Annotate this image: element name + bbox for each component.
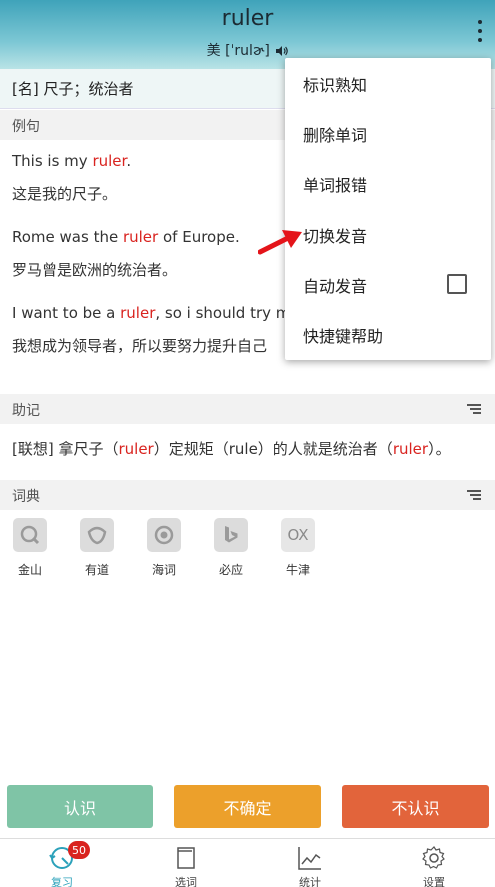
wordbook-icon: [177, 847, 195, 869]
phonetic-text: 美 [ˈrulɚ]: [206, 43, 270, 59]
menu-item-switch-pronunciation[interactable]: 切换发音: [285, 209, 491, 259]
tab-stats[interactable]: 统计: [248, 839, 372, 887]
examples-section-title: 例句: [12, 119, 40, 135]
list-menu-icon[interactable]: [467, 404, 481, 415]
know-button[interactable]: 认识: [7, 785, 153, 828]
dict-list: 金山 有道 海词 必应 OX 牛津: [0, 518, 495, 588]
dict-section-title: 词典: [12, 489, 40, 505]
mnemonic-section-header: 助记: [0, 394, 495, 424]
dict-haici[interactable]: 海词: [139, 518, 189, 578]
menu-item-shortcut-help[interactable]: 快捷键帮助: [285, 309, 491, 359]
tab-review[interactable]: 50 复习: [0, 839, 124, 887]
overflow-menu: 标识熟知 删除单词 单词报错 切换发音 自动发音 快捷键帮助: [285, 58, 491, 360]
jinshan-icon: [13, 518, 47, 552]
tab-wordbook[interactable]: 选词: [124, 839, 248, 887]
mnemonic-section-title: 助记: [12, 403, 40, 419]
menu-item-mark-known[interactable]: 标识熟知: [285, 58, 491, 108]
oxford-icon: OX: [281, 518, 315, 552]
menu-item-report-error[interactable]: 单词报错: [285, 158, 491, 208]
unsure-button[interactable]: 不确定: [174, 785, 321, 828]
list-menu-icon[interactable]: [467, 490, 481, 501]
bing-icon: [214, 518, 248, 552]
answer-actions: 认识 不确定 不认识: [0, 785, 495, 828]
review-count-badge: 50: [68, 841, 90, 859]
dict-youdao[interactable]: 有道: [72, 518, 122, 578]
auto-pronounce-checkbox[interactable]: [447, 274, 467, 294]
dict-oxford[interactable]: OX 牛津: [273, 518, 323, 578]
more-vertical-icon[interactable]: [475, 20, 485, 42]
haici-icon: [147, 518, 181, 552]
red-arrow-icon: [258, 230, 302, 255]
stats-chart-icon: [298, 847, 321, 870]
bottom-tab-bar: 50 复习 选词 统计 设置: [0, 838, 495, 887]
speaker-icon[interactable]: [276, 46, 289, 56]
gear-icon: [422, 846, 445, 869]
tab-settings[interactable]: 设置: [372, 839, 495, 887]
phonetic-row[interactable]: 美 [ˈrulɚ]: [0, 40, 495, 60]
word-title: ruler: [221, 6, 274, 31]
dict-jinshan[interactable]: 金山: [5, 518, 55, 578]
unknown-button[interactable]: 不认识: [342, 785, 489, 828]
menu-item-auto-pronounce-label: 自动发音: [303, 277, 368, 296]
menu-item-auto-pronounce[interactable]: 自动发音: [285, 259, 491, 309]
dict-section-header: 词典: [0, 480, 495, 510]
mnemonic-text: [联想] 拿尺子（ruler）定规矩（rule）的人就是统治者（ruler）。: [12, 440, 451, 458]
dict-bing[interactable]: 必应: [206, 518, 256, 578]
menu-item-delete-word[interactable]: 删除单词: [285, 108, 491, 158]
youdao-icon: [80, 518, 114, 552]
